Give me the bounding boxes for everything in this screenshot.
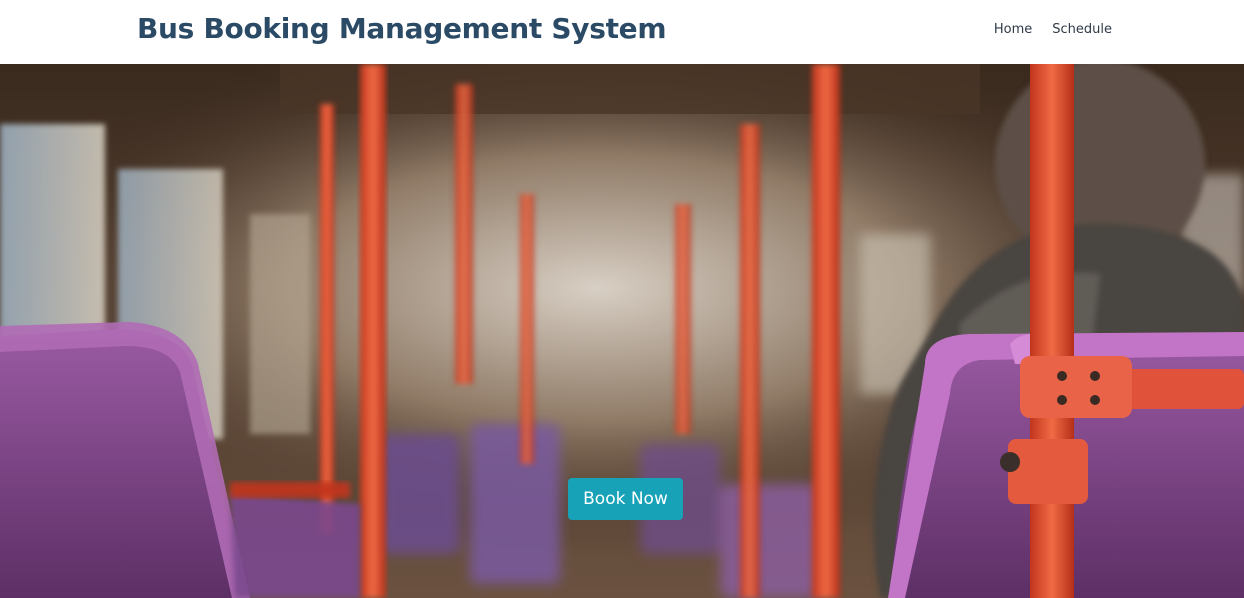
nav-link-schedule[interactable]: Schedule [1052, 22, 1112, 37]
navbar: Bus Booking Management System Home Sched… [0, 0, 1244, 64]
book-now-button[interactable]: Book Now [568, 478, 683, 520]
nav-link-home[interactable]: Home [994, 22, 1032, 37]
hero-section: Book Now [0, 64, 1244, 598]
site-title[interactable]: Bus Booking Management System [137, 12, 667, 45]
nav-menu: Home Schedule [994, 22, 1112, 37]
